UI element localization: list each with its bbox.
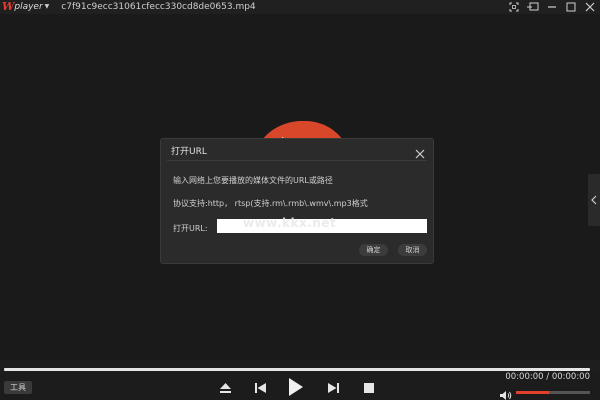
- title-bar: W player ▼ c7f91c9ecc31061cfecc330cd8de0…: [0, 0, 600, 14]
- player-window: W player ▼ c7f91c9ecc31061cfecc330cd8de0…: [0, 0, 600, 400]
- volume-slider[interactable]: [516, 391, 590, 394]
- dialog-description: 输入网络上您要播放的媒体文件的URL或路径: [173, 176, 333, 185]
- fullscreen-icon[interactable]: [507, 1, 520, 14]
- logo-mark: W: [2, 0, 15, 13]
- restore-icon[interactable]: [564, 1, 577, 14]
- control-bar: 工具 00:00:00 / 00:00:00: [0, 371, 600, 400]
- chevron-left-icon: [591, 195, 597, 205]
- ok-button[interactable]: 确定: [359, 244, 388, 256]
- side-panel-toggle[interactable]: [588, 174, 600, 226]
- time-display: 00:00:00 / 00:00:00: [505, 372, 590, 382]
- dialog-divider: [167, 160, 427, 161]
- url-label: 打开URL:: [173, 224, 208, 233]
- tools-button[interactable]: 工具: [4, 381, 32, 394]
- app-menu-button[interactable]: W player ▼: [2, 0, 49, 14]
- close-icon[interactable]: [583, 1, 596, 14]
- mini-mode-icon[interactable]: [526, 1, 539, 14]
- volume-level: [516, 391, 550, 394]
- window-controls: [507, 0, 596, 14]
- next-icon[interactable]: [325, 380, 341, 396]
- previous-icon[interactable]: [252, 380, 268, 396]
- play-icon[interactable]: [285, 376, 307, 398]
- eject-icon[interactable]: [217, 380, 233, 396]
- stop-icon[interactable]: [361, 380, 377, 396]
- minimize-icon[interactable]: [545, 1, 558, 14]
- close-icon[interactable]: [415, 144, 425, 159]
- chevron-down-icon: ▼: [44, 3, 50, 10]
- cancel-button[interactable]: 取消: [398, 244, 427, 256]
- volume-icon[interactable]: [499, 386, 512, 400]
- file-title: c7f91c9ecc31061cfecc330cd8de0653.mp4: [61, 2, 256, 12]
- open-url-dialog: 打开URL 输入网络上您要播放的媒体文件的URL或路径 协议支持:http， r…: [160, 138, 434, 264]
- dialog-title: 打开URL: [171, 147, 207, 157]
- protocol-support-text: 协议支持:http， rtsp(支持.rm\.rmb\.wmv\.mp3格式: [173, 199, 368, 208]
- watermark: www.kkx.net: [243, 216, 337, 230]
- logo-text: player: [14, 2, 43, 12]
